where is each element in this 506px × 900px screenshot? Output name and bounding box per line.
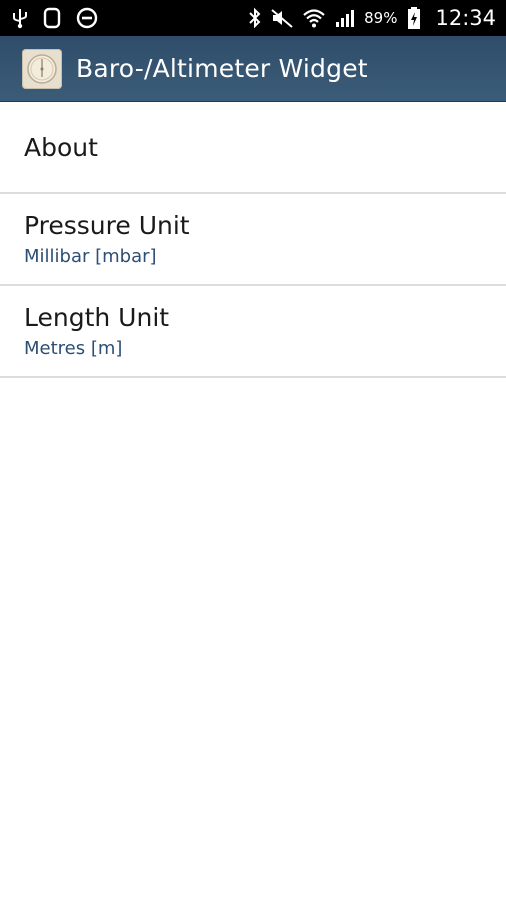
app-title: Baro-/Altimeter Widget: [76, 54, 368, 83]
clock: 12:34: [435, 6, 496, 30]
pref-pressure-unit-title: Pressure Unit: [24, 211, 190, 240]
pref-length-unit-summary: Metres [m]: [24, 338, 123, 359]
settings-screen: 89% 12:34 Baro-/Altimeter Widget About P…: [0, 0, 506, 900]
pref-length-unit-title: Length Unit: [24, 303, 170, 332]
pref-length-unit[interactable]: Length Unit Metres [m]: [0, 286, 506, 378]
action-bar: Baro-/Altimeter Widget: [0, 36, 506, 102]
mute-icon: [270, 7, 294, 29]
do-not-disturb-icon: [76, 7, 98, 29]
status-right-icons: 89% 12:34: [248, 6, 496, 30]
barometer-app-icon[interactable]: [22, 48, 62, 89]
battery-icon: [407, 6, 421, 30]
preference-list: About Pressure Unit Millibar [mbar] Leng…: [0, 102, 506, 378]
pref-pressure-unit[interactable]: Pressure Unit Millibar [mbar]: [0, 194, 506, 286]
pref-about-title: About: [24, 132, 98, 162]
battery-percent: 89%: [364, 9, 398, 27]
status-bar: 89% 12:34: [0, 0, 506, 36]
bluetooth-icon: [248, 7, 262, 29]
pref-pressure-unit-summary: Millibar [mbar]: [24, 246, 157, 267]
signal-icon: [334, 7, 356, 29]
usb-icon: [12, 7, 28, 29]
status-left-icons: [12, 7, 98, 29]
device-icon: [42, 7, 62, 29]
pref-about[interactable]: About: [0, 102, 506, 194]
wifi-icon: [302, 7, 326, 29]
